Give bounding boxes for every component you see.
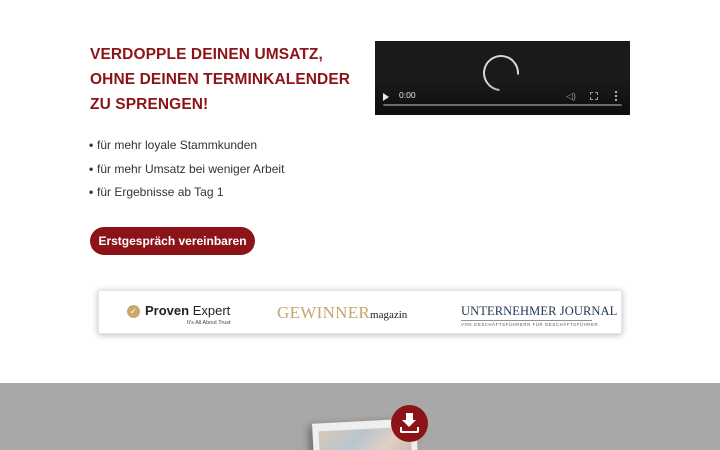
hero-heading: VERDOPPLE DEINEN UMSATZ, OHNE DEINEN TER…: [90, 42, 360, 117]
benefit-item: • für Ergebnisse ab Tag 1: [89, 181, 284, 205]
video-progress-bar[interactable]: [383, 104, 622, 106]
benefit-text: für mehr loyale Stammkunden: [97, 138, 258, 152]
benefit-text: für Ergebnisse ab Tag 1: [97, 185, 224, 199]
more-options-icon[interactable]: [615, 91, 618, 101]
book-consultation-button[interactable]: Erstgespräch vereinbaren: [90, 227, 255, 255]
video-player[interactable]: 0:00 ◁): [375, 41, 630, 115]
press-logo-strip: ✓ Proven Expert It's All About Trust GEW…: [98, 290, 622, 334]
bullet-dot: •: [89, 185, 94, 199]
download-button[interactable]: [391, 405, 428, 442]
bullet-dot: •: [89, 161, 94, 176]
benefit-item: • für mehr Umsatz bei weniger Arbeit: [89, 158, 284, 182]
benefit-text: für mehr Umsatz bei weniger Arbeit: [97, 161, 285, 176]
proven-expert-name: Proven Expert: [145, 303, 231, 318]
benefit-item: • für mehr loyale Stammkunden: [89, 134, 284, 158]
bullet-dot: •: [89, 138, 94, 152]
video-time: 0:00: [399, 90, 416, 100]
benefit-list: • für mehr loyale Stammkunden • für mehr U…: [89, 134, 284, 205]
hero-heading-lead: VERDOPPLE DEINEN UMSATZ: [90, 46, 319, 63]
checkmark-icon: ✓: [127, 305, 140, 318]
volume-icon[interactable]: ◁): [566, 91, 576, 101]
download-section: [0, 383, 720, 450]
unternehmer-journal-logo: UNTERNEHMER JOURNAL VON GESCHÄFTSFÜHRERN…: [461, 304, 618, 327]
video-controls: 0:00 ◁): [375, 81, 630, 115]
play-icon[interactable]: [383, 93, 389, 101]
gewinner-magazin-logo: GEWINNERmagazin: [277, 303, 408, 322]
proven-expert-tagline: It's All About Trust: [187, 320, 231, 326]
fullscreen-icon[interactable]: [590, 92, 598, 100]
